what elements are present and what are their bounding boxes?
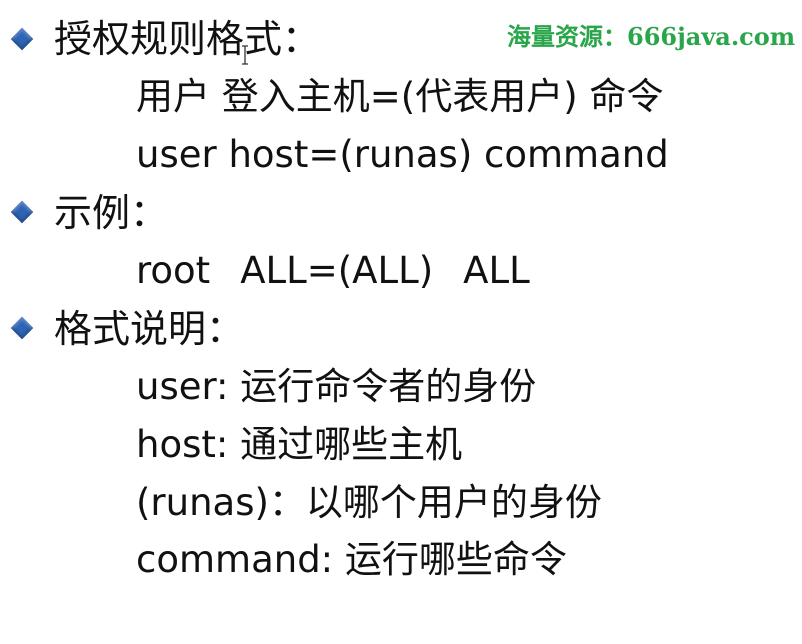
example-command: ALL <box>463 249 530 292</box>
heading-example: 示例： <box>54 191 169 235</box>
explanation-line-user: user: 运行命令者的身份 <box>136 365 537 408</box>
diamond-bullet-icon <box>10 27 34 51</box>
watermark-text: 海量资源：666java.com <box>507 22 796 51</box>
diamond-bullet-icon <box>10 200 34 224</box>
text-cursor-icon <box>242 45 248 65</box>
diamond-bullet-icon <box>10 316 34 340</box>
explanation-line-runas: (runas)：以哪个用户的身份 <box>136 481 602 524</box>
format-line-chinese: 用户 登入主机=(代表用户) 命令 <box>136 75 664 118</box>
heading-format-rules: 授权规则格式： <box>54 17 321 61</box>
format-line-english: user host=(runas) command <box>136 133 669 176</box>
example-user: root <box>136 249 211 292</box>
example-host-runas: ALL=(ALL) <box>240 249 434 292</box>
explanation-line-host: host: 通过哪些主机 <box>136 423 463 466</box>
explanation-line-command: command: 运行哪些命令 <box>136 538 567 581</box>
heading-format-explanation: 格式说明： <box>54 307 245 351</box>
example-line: root ALL=(ALL) ALL <box>136 252 530 289</box>
